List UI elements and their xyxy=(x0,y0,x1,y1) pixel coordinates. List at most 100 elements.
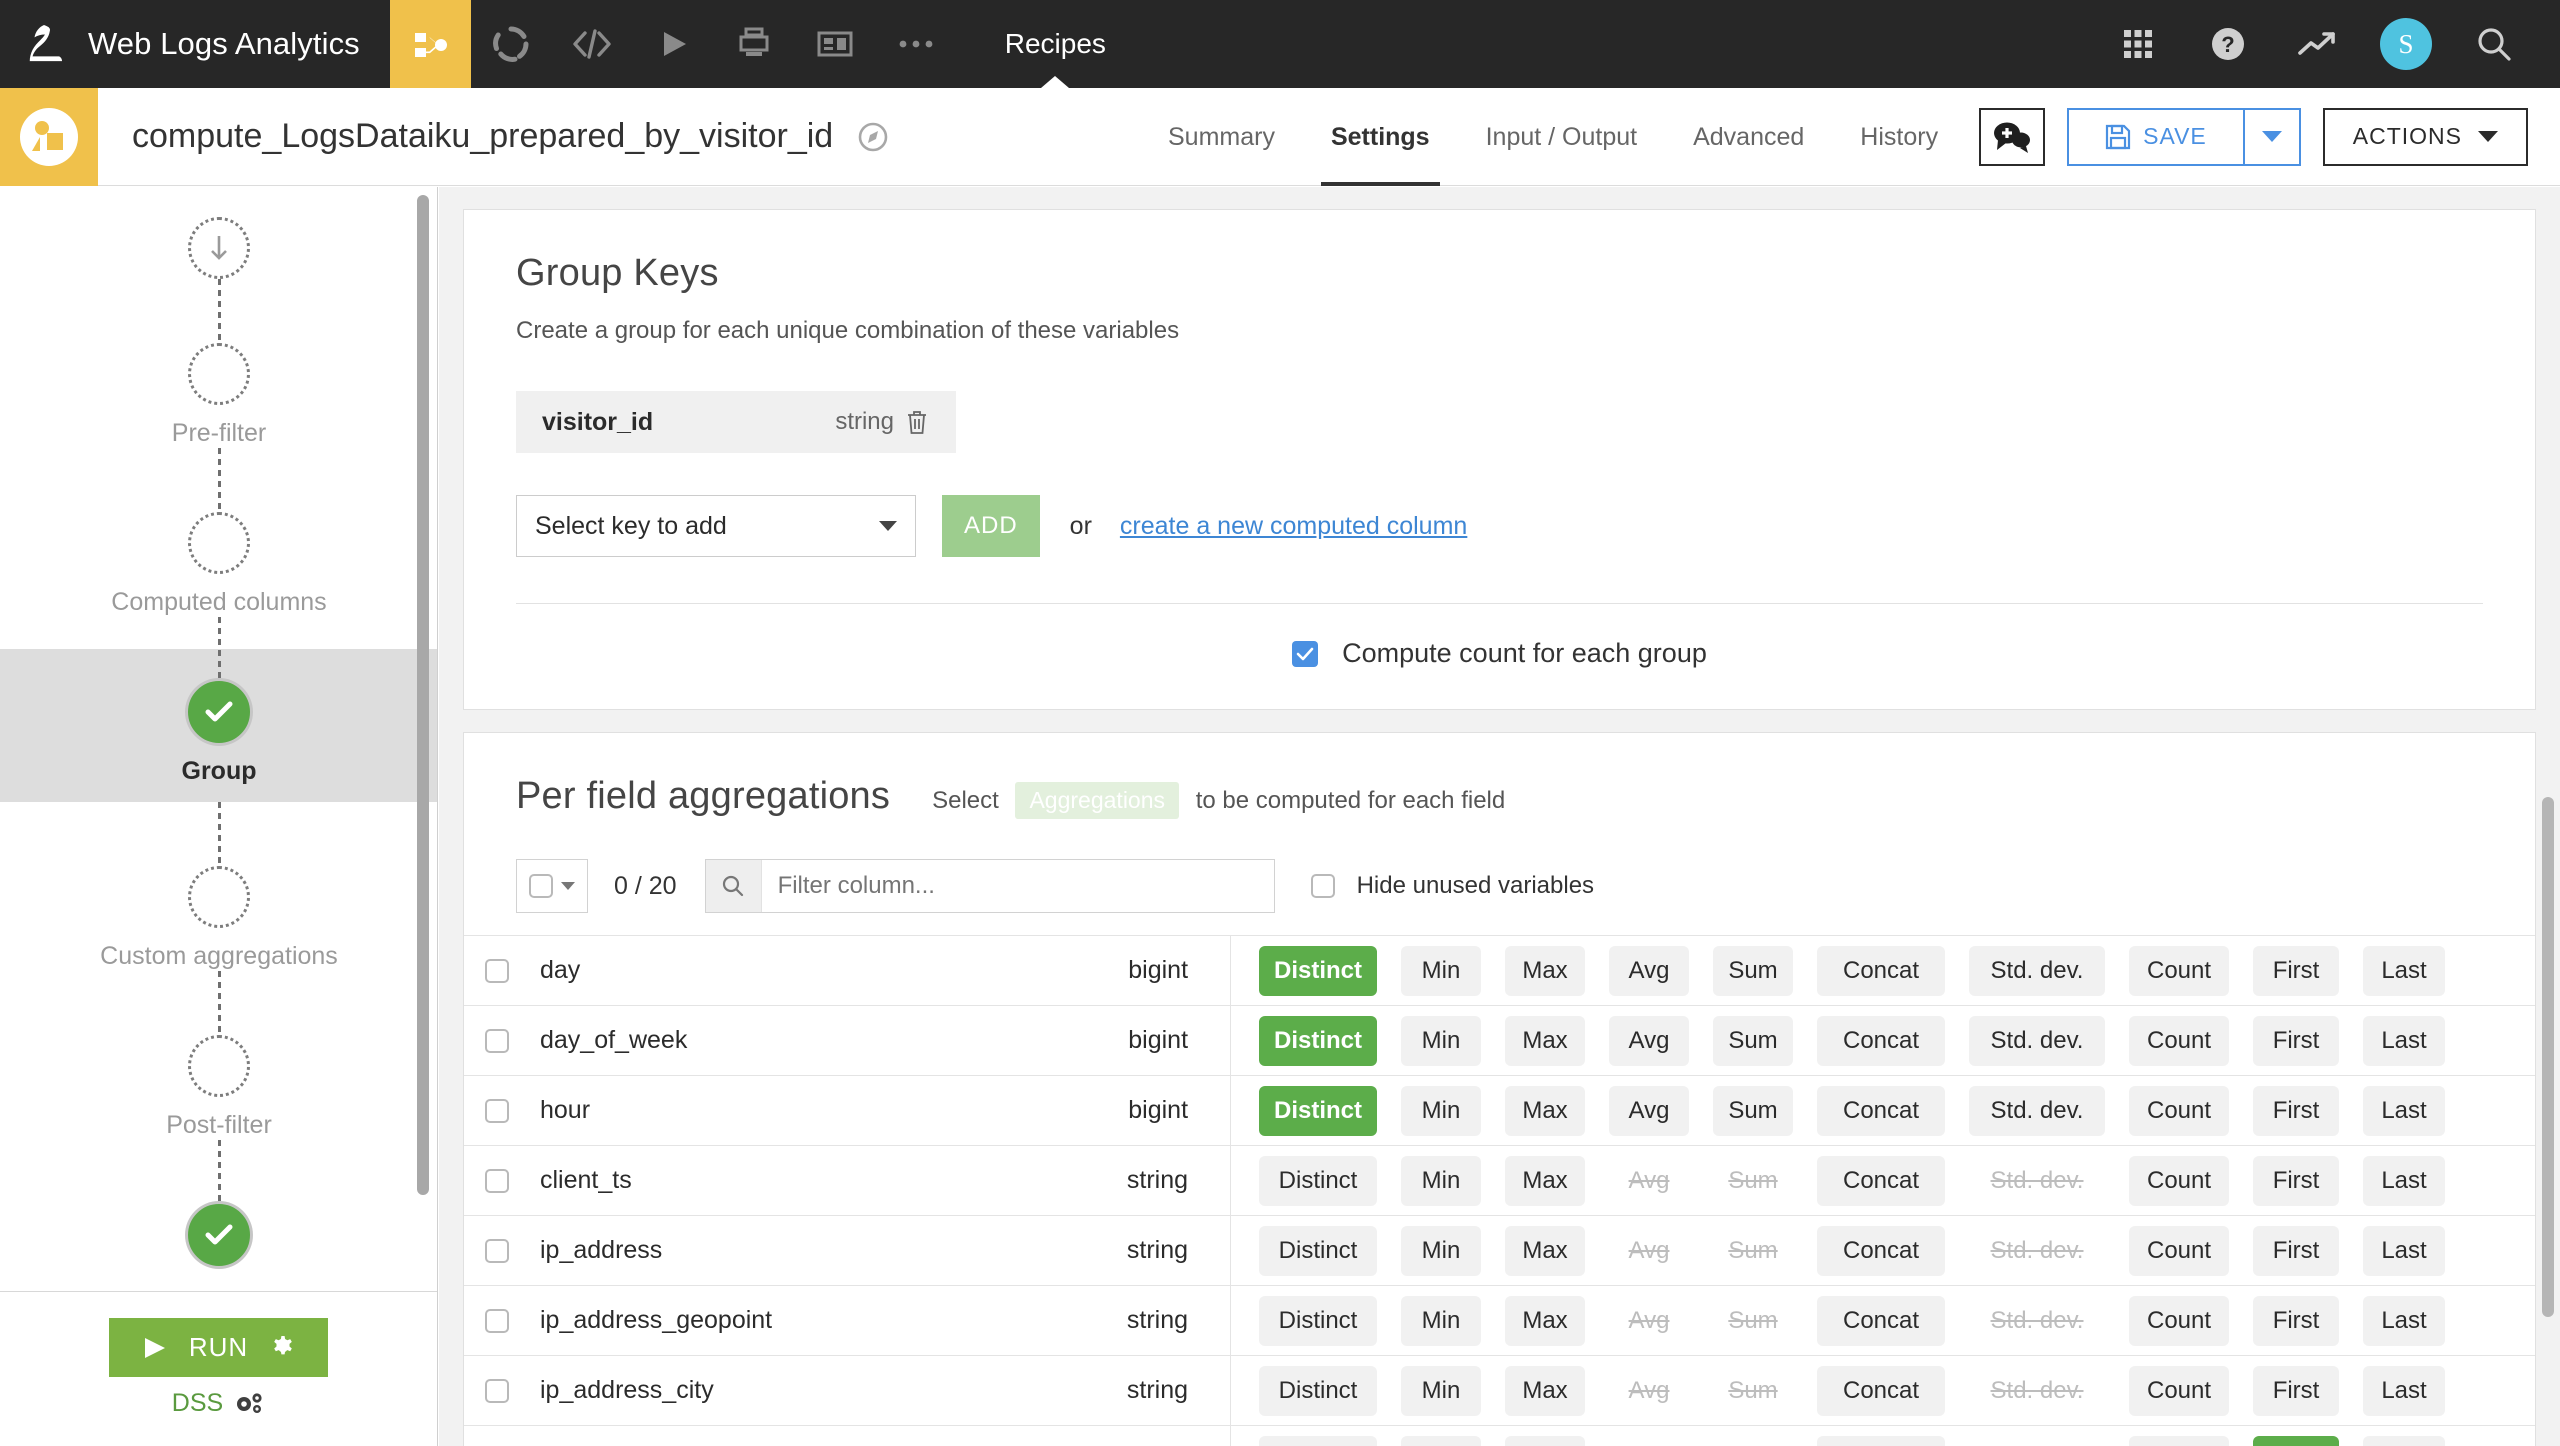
step-pre-filter[interactable]: Pre-filter xyxy=(0,343,438,448)
agg-toggle-first[interactable]: First xyxy=(2253,1366,2339,1416)
select-all-checkbox[interactable] xyxy=(529,874,553,898)
agg-toggle-concat[interactable]: Concat xyxy=(1817,1016,1945,1066)
search-icon[interactable] xyxy=(2466,0,2522,88)
trash-icon[interactable] xyxy=(904,408,930,436)
select-all-dropdown[interactable] xyxy=(516,859,588,913)
jobs-icon[interactable] xyxy=(714,0,795,88)
agg-toggle-max[interactable]: Max xyxy=(1505,946,1585,996)
agg-toggle-min[interactable]: Min xyxy=(1401,1436,1481,1446)
agg-toggle-distinct[interactable]: Distinct xyxy=(1259,1016,1377,1066)
agg-toggle-std-dev[interactable]: Std. dev. xyxy=(1969,946,2105,996)
agg-toggle-last[interactable]: Last xyxy=(2363,1226,2445,1276)
agg-toggle-concat[interactable]: Concat xyxy=(1817,1226,1945,1276)
code-icon[interactable] xyxy=(552,0,633,88)
agg-toggle-count[interactable]: Count xyxy=(2129,1016,2229,1066)
row-checkbox[interactable] xyxy=(485,959,509,983)
agg-toggle-distinct[interactable]: Distinct xyxy=(1259,1226,1377,1276)
agg-toggle-max[interactable]: Max xyxy=(1505,1436,1585,1446)
agg-toggle-sum[interactable]: Sum xyxy=(1713,946,1793,996)
help-icon[interactable]: ? xyxy=(2200,0,2256,88)
agg-toggle-concat[interactable]: Concat xyxy=(1817,1436,1945,1446)
tab-advanced[interactable]: Advanced xyxy=(1665,88,1832,186)
agg-toggle-count[interactable]: Count xyxy=(2129,1366,2229,1416)
agg-toggle-min[interactable]: Min xyxy=(1401,1086,1481,1136)
dashboard-icon[interactable] xyxy=(471,0,552,88)
run-button[interactable]: RUN xyxy=(109,1318,328,1377)
add-discussion-icon[interactable] xyxy=(1979,108,2045,166)
agg-toggle-sum[interactable]: Sum xyxy=(1713,1016,1793,1066)
row-checkbox[interactable] xyxy=(485,1239,509,1263)
agg-toggle-concat[interactable]: Concat xyxy=(1817,946,1945,996)
row-checkbox[interactable] xyxy=(485,1169,509,1193)
agg-toggle-last[interactable]: Last xyxy=(2363,1156,2445,1206)
agg-toggle-max[interactable]: Max xyxy=(1505,1156,1585,1206)
agg-toggle-last[interactable]: Last xyxy=(2363,946,2445,996)
agg-toggle-distinct[interactable]: Distinct xyxy=(1259,1436,1377,1446)
agg-toggle-last[interactable]: Last xyxy=(2363,1086,2445,1136)
tab-summary[interactable]: Summary xyxy=(1140,88,1303,186)
row-checkbox[interactable] xyxy=(485,1099,509,1123)
step-post-filter[interactable]: Post-filter xyxy=(0,1035,438,1140)
group-key-chip[interactable]: visitor_id string xyxy=(516,391,956,453)
agg-toggle-distinct[interactable]: Distinct xyxy=(1259,1366,1377,1416)
agg-toggle-min[interactable]: Min xyxy=(1401,1296,1481,1346)
agg-toggle-min[interactable]: Min xyxy=(1401,1016,1481,1066)
agg-toggle-distinct[interactable]: Distinct xyxy=(1259,1296,1377,1346)
agg-toggle-last[interactable]: Last xyxy=(2363,1366,2445,1416)
play-icon[interactable] xyxy=(633,0,714,88)
flow-icon[interactable] xyxy=(390,0,471,88)
agg-toggle-concat[interactable]: Concat xyxy=(1817,1156,1945,1206)
sidebar-scrollbar[interactable] xyxy=(417,195,429,1195)
agg-toggle-first[interactable]: First xyxy=(2253,1436,2339,1446)
tab-history[interactable]: History xyxy=(1832,88,1966,186)
avatar[interactable]: S xyxy=(2380,18,2432,70)
agg-toggle-avg[interactable]: Avg xyxy=(1609,946,1689,996)
agg-toggle-avg[interactable]: Avg xyxy=(1609,1086,1689,1136)
project-name[interactable]: Web Logs Analytics xyxy=(88,26,390,62)
agg-toggle-min[interactable]: Min xyxy=(1401,946,1481,996)
dataiku-logo[interactable] xyxy=(0,0,88,88)
agg-toggle-min[interactable]: Min xyxy=(1401,1366,1481,1416)
agg-toggle-distinct[interactable]: Distinct xyxy=(1259,1086,1377,1136)
agg-toggle-count[interactable]: Count xyxy=(2129,1086,2229,1136)
agg-toggle-avg[interactable]: Avg xyxy=(1609,1016,1689,1066)
row-checkbox[interactable] xyxy=(485,1309,509,1333)
save-button[interactable]: SAVE xyxy=(2067,108,2243,166)
more-icon[interactable] xyxy=(876,0,957,88)
agg-toggle-count[interactable]: Count xyxy=(2129,1436,2229,1446)
agg-toggle-max[interactable]: Max xyxy=(1505,1086,1585,1136)
create-computed-column-link[interactable]: create a new computed column xyxy=(1120,512,1467,541)
agg-toggle-last[interactable]: Last xyxy=(2363,1296,2445,1346)
agg-toggle-count[interactable]: Count xyxy=(2129,946,2229,996)
section-label-recipes[interactable]: Recipes xyxy=(997,0,1114,88)
step-custom-aggregations[interactable]: Custom aggregations xyxy=(0,866,438,971)
tab-input-output[interactable]: Input / Output xyxy=(1458,88,1666,186)
hide-unused-checkbox[interactable] xyxy=(1311,874,1335,898)
agg-toggle-sum[interactable]: Sum xyxy=(1713,1086,1793,1136)
agg-toggle-first[interactable]: First xyxy=(2253,946,2339,996)
row-checkbox[interactable] xyxy=(485,1029,509,1053)
agg-toggle-concat[interactable]: Concat xyxy=(1817,1086,1945,1136)
agg-toggle-std-dev[interactable]: Std. dev. xyxy=(1969,1016,2105,1066)
step-computed-columns[interactable]: Computed columns xyxy=(0,512,438,617)
agg-toggle-max[interactable]: Max xyxy=(1505,1366,1585,1416)
agg-toggle-count[interactable]: Count xyxy=(2129,1156,2229,1206)
agg-toggle-first[interactable]: First xyxy=(2253,1156,2339,1206)
main-scrollbar[interactable] xyxy=(2542,797,2554,1317)
wiki-icon[interactable] xyxy=(795,0,876,88)
agg-toggle-max[interactable]: Max xyxy=(1505,1296,1585,1346)
agg-toggle-max[interactable]: Max xyxy=(1505,1016,1585,1066)
tab-settings[interactable]: Settings xyxy=(1303,88,1458,186)
compute-count-row[interactable]: Compute count for each group xyxy=(516,638,2483,669)
agg-toggle-concat[interactable]: Concat xyxy=(1817,1296,1945,1346)
sidebar-item-group[interactable]: Group xyxy=(0,681,438,802)
agg-toggle-count[interactable]: Count xyxy=(2129,1226,2229,1276)
trend-icon[interactable] xyxy=(2290,0,2346,88)
step-input[interactable] xyxy=(0,217,438,279)
select-key-dropdown[interactable]: Select key to add xyxy=(516,495,916,557)
hide-unused-variables-row[interactable]: Hide unused variables xyxy=(1311,872,1594,900)
step-output[interactable] xyxy=(0,1204,438,1266)
agg-toggle-first[interactable]: First xyxy=(2253,1016,2339,1066)
agg-toggle-min[interactable]: Min xyxy=(1401,1156,1481,1206)
agg-toggle-concat[interactable]: Concat xyxy=(1817,1366,1945,1416)
